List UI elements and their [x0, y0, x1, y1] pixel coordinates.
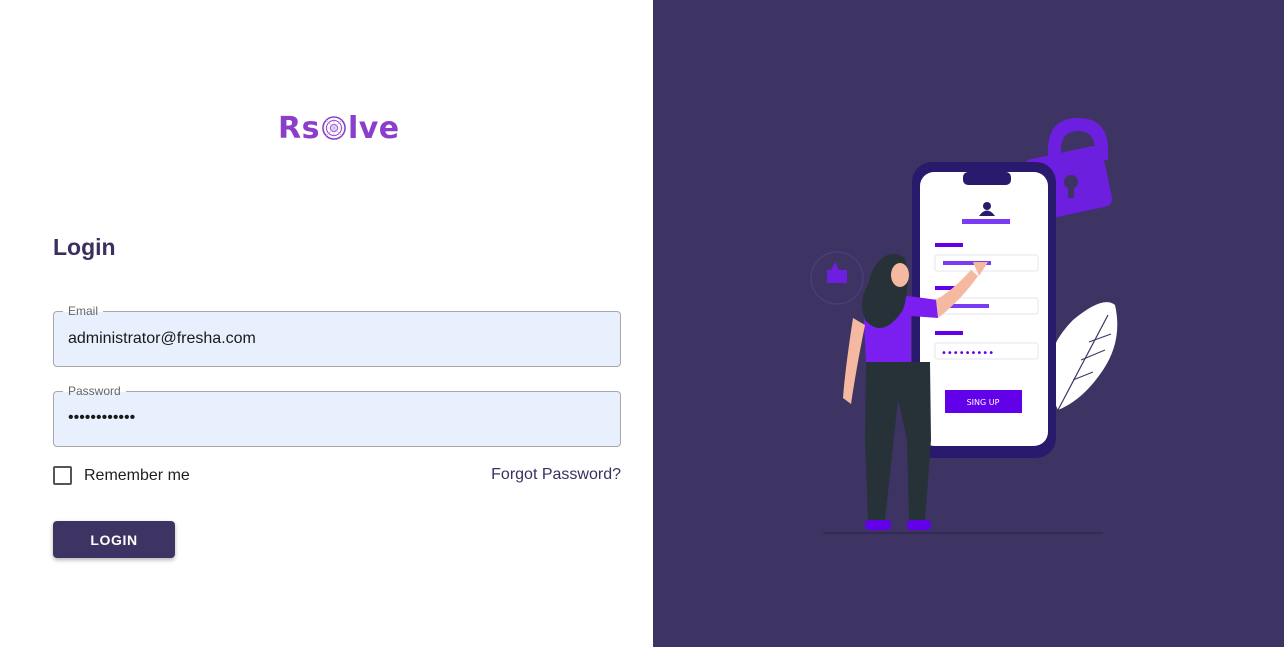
remember-me[interactable]: Remember me	[53, 466, 190, 485]
remember-me-checkbox[interactable]	[53, 466, 72, 485]
login-button[interactable]: LOGIN	[53, 521, 175, 558]
password-field[interactable]: Password ••••••••••••	[53, 384, 621, 447]
password-value[interactable]: ••••••••••••	[68, 409, 135, 427]
login-panel: Rs lve Login Email administrator@fresha.…	[0, 0, 653, 647]
user-icon	[983, 202, 991, 210]
remember-me-label[interactable]: Remember me	[84, 467, 190, 485]
login-page: Rs lve Login Email administrator@fresha.…	[0, 0, 1284, 647]
seal-icon	[322, 116, 346, 140]
email-value[interactable]: administrator@fresha.com	[68, 330, 256, 348]
email-field[interactable]: Email administrator@fresha.com	[53, 304, 621, 367]
phone-password-dots: •••••••••	[941, 348, 994, 359]
page-title: Login	[53, 234, 116, 260]
illustration-panel: ••••••••• SING UP	[653, 0, 1284, 647]
leaf-decoration	[1048, 302, 1118, 411]
password-label: Password	[63, 384, 126, 398]
login-illustration: ••••••••• SING UP	[810, 118, 1118, 534]
forgot-password-link[interactable]: Forgot Password?	[491, 466, 621, 484]
brand-name-prefix: Rs	[278, 110, 320, 146]
brand-name-suffix: lve	[347, 110, 400, 146]
email-label: Email	[63, 304, 104, 318]
like-bubble	[810, 251, 864, 305]
brand-logo: Rs lve	[278, 110, 400, 146]
phone-signup-label: SING UP	[967, 398, 1000, 407]
